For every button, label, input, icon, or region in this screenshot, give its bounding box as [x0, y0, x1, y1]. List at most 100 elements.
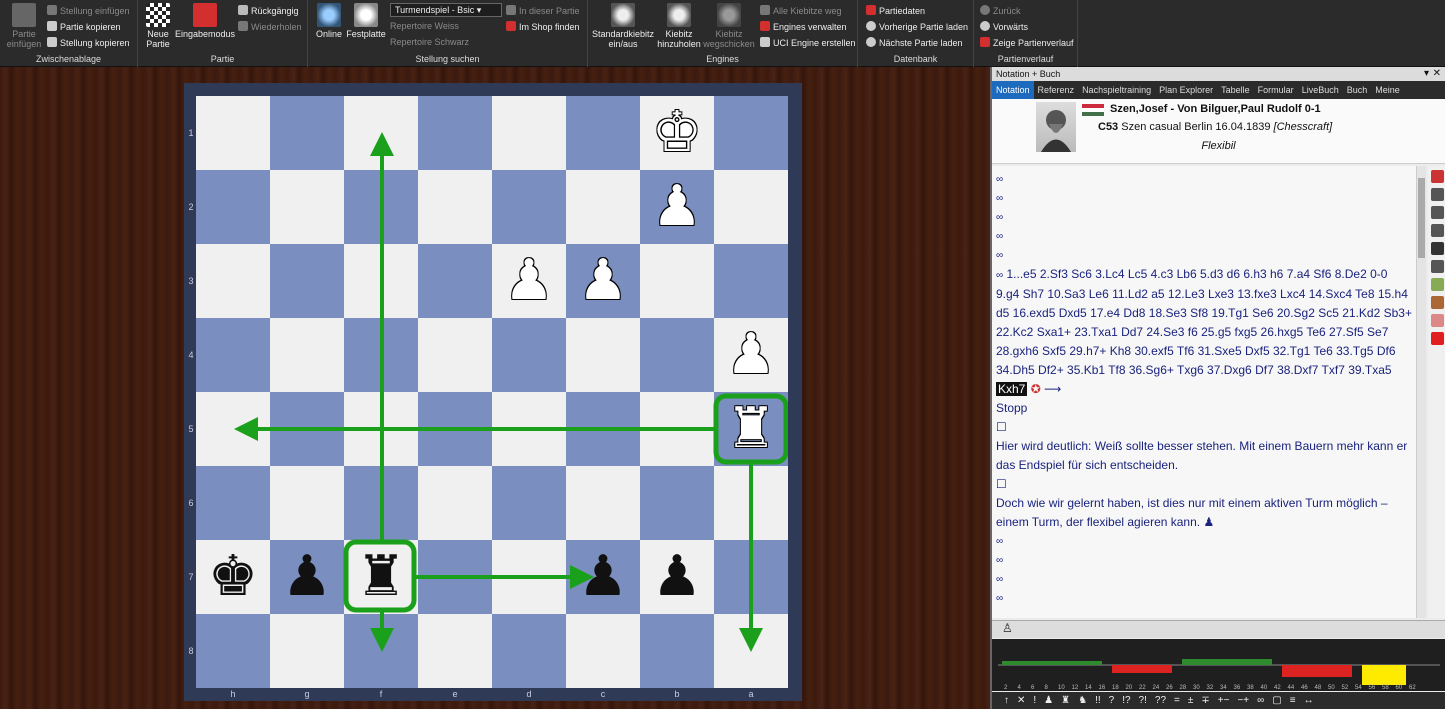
tool-icon-7[interactable] [1431, 278, 1444, 291]
board-square[interactable] [714, 96, 788, 170]
tool-icon-3[interactable] [1431, 206, 1444, 219]
board-square[interactable] [196, 614, 270, 688]
board-square[interactable] [196, 318, 270, 392]
fold-marker[interactable]: ∞ [996, 570, 1412, 589]
board-square[interactable] [344, 318, 418, 392]
annotation-symbol-button[interactable]: !! [1095, 692, 1101, 709]
fold-marker[interactable]: ∞ [996, 208, 1412, 227]
kiebitz-wegschicken-button[interactable]: Kiebitz wegschicken [702, 3, 756, 49]
annotation-symbol-button[interactable]: ▢ [1272, 692, 1281, 709]
scrollbar-thumb[interactable] [1418, 178, 1425, 258]
annotation-symbol-button[interactable]: ↔ [1304, 692, 1314, 709]
board-square[interactable] [566, 170, 640, 244]
white-pawn-d3[interactable]: ♟ [492, 244, 566, 318]
kiebitz-hinzuholen-button[interactable]: Kiebitz hinzuholen [656, 3, 702, 49]
board-square[interactable] [270, 170, 344, 244]
partie-einfuegen-button[interactable]: Partie einfügen [6, 3, 42, 49]
annotation-symbol-button[interactable]: = [1174, 692, 1180, 709]
black-king[interactable]: ♚ [196, 540, 270, 614]
board-square[interactable] [344, 392, 418, 466]
board-square[interactable] [492, 466, 566, 540]
zeige-partienverlauf-button[interactable]: Zeige Partienverlauf [980, 36, 1074, 50]
tab-nachspieltraining[interactable]: Nachspieltraining [1078, 81, 1155, 99]
position-search-dropdown[interactable]: Turmendspiel - Bsic ▾ [390, 3, 502, 17]
fold-marker[interactable]: ∞ [996, 589, 1412, 608]
current-move[interactable]: Kxh7 [996, 382, 1028, 396]
board-square[interactable] [640, 318, 714, 392]
board-square[interactable] [270, 466, 344, 540]
black-pawn-c7[interactable]: ♟ [566, 540, 640, 614]
panel-menu-icon[interactable]: ▾ [1424, 67, 1429, 81]
tool-icon-6[interactable] [1431, 260, 1444, 273]
color-marker-icon[interactable] [1431, 332, 1444, 345]
board-square[interactable] [418, 244, 492, 318]
board-square[interactable] [344, 96, 418, 170]
board-square[interactable] [418, 96, 492, 170]
tool-icon-8[interactable] [1431, 296, 1444, 309]
standardkiebitz-button[interactable]: Standardkiebitz ein/aus [590, 3, 656, 49]
board-square[interactable] [196, 96, 270, 170]
board-square[interactable] [344, 466, 418, 540]
tab-formular[interactable]: Formular [1254, 81, 1298, 99]
repertoire-weiss-button[interactable]: Repertoire Weiss [390, 19, 459, 33]
board-square[interactable] [270, 318, 344, 392]
annotation-symbol-button[interactable]: ↑ [1004, 692, 1009, 709]
board-square[interactable] [566, 392, 640, 466]
board-square[interactable] [270, 96, 344, 170]
board-square[interactable] [492, 540, 566, 614]
annotation-symbol-button[interactable]: ♟ [1044, 692, 1053, 709]
engines-verwalten-button[interactable]: Engines verwalten [760, 20, 847, 34]
festplatte-button[interactable]: Festplatte [346, 3, 386, 39]
comment-1[interactable]: Hier wird deutlich: Weiß sollte besser s… [996, 437, 1412, 475]
tab-plan-explorer[interactable]: Plan Explorer [1155, 81, 1217, 99]
tab-buch[interactable]: Buch [1343, 81, 1372, 99]
board-square[interactable] [566, 466, 640, 540]
tool-icon-2[interactable] [1431, 188, 1444, 201]
zurueck-button[interactable]: Zurück [980, 4, 1021, 18]
annotation-symbol-button[interactable]: ?? [1155, 692, 1166, 709]
board-square[interactable] [196, 244, 270, 318]
repertoire-schwarz-button[interactable]: Repertoire Schwarz [390, 35, 469, 49]
fold-marker[interactable]: ∞ [996, 532, 1412, 551]
fold-marker[interactable]: ∞ [996, 227, 1412, 246]
annotation-symbol-button[interactable]: ?! [1139, 692, 1147, 709]
fold-marker[interactable]: ∞ [996, 270, 1003, 281]
board-square[interactable] [492, 318, 566, 392]
board-square[interactable] [270, 244, 344, 318]
board-square[interactable] [492, 392, 566, 466]
board-square[interactable] [492, 614, 566, 688]
white-king[interactable]: ♚ [640, 96, 714, 170]
board-square[interactable] [196, 466, 270, 540]
black-pawn-g7[interactable]: ♟ [270, 540, 344, 614]
white-pawn-a4[interactable]: ♟ [714, 318, 788, 392]
board-square[interactable] [418, 392, 492, 466]
tool-icon-9[interactable] [1431, 314, 1444, 327]
board-square[interactable] [566, 318, 640, 392]
black-rook-f7[interactable]: ♜ [344, 540, 418, 614]
annotation-symbol-button[interactable]: −+ [1237, 692, 1249, 709]
black-pawn-b7[interactable]: ♟ [640, 540, 714, 614]
partiedaten-button[interactable]: Partiedaten [866, 4, 925, 18]
tool-icon-4[interactable] [1431, 224, 1444, 237]
board-square[interactable] [270, 614, 344, 688]
evaluation-graph[interactable]: 2 4 6 8 10 12 14 16 18 20 22 24 26 28 30 32 34 36 38 40 42 44… [992, 639, 1445, 691]
annotation-symbol-button[interactable]: ? [1109, 692, 1115, 709]
board-square[interactable] [344, 170, 418, 244]
annotation-symbol-button[interactable]: ± [1188, 692, 1194, 709]
moves-text[interactable]: 1...e5 2.Sf3 Sc6 3.Lc4 Lc5 4.c3 Lb6 5.d3… [996, 267, 1412, 377]
eingabemodus-button[interactable]: Eingabemodus [174, 3, 236, 39]
board-square[interactable] [640, 244, 714, 318]
naechste-partie-button[interactable]: Nächste Partie laden [866, 36, 963, 50]
board-square[interactable] [714, 540, 788, 614]
board-square[interactable] [418, 170, 492, 244]
rueckgaengig-button[interactable]: Rückgängig [238, 4, 299, 18]
white-pawn-c3[interactable]: ♟ [566, 244, 640, 318]
fold-marker[interactable]: ∞ [996, 246, 1412, 265]
tab-notation[interactable]: Notation [992, 81, 1034, 99]
board-square[interactable] [196, 392, 270, 466]
vorwaerts-button[interactable]: Vorwärts [980, 20, 1028, 34]
stellung-einfuegen-button[interactable]: Stellung einfügen [47, 4, 130, 18]
fold-marker[interactable]: ∞ [996, 189, 1412, 208]
board-square[interactable] [566, 96, 640, 170]
annotation-symbol-button[interactable]: ! [1033, 692, 1036, 709]
